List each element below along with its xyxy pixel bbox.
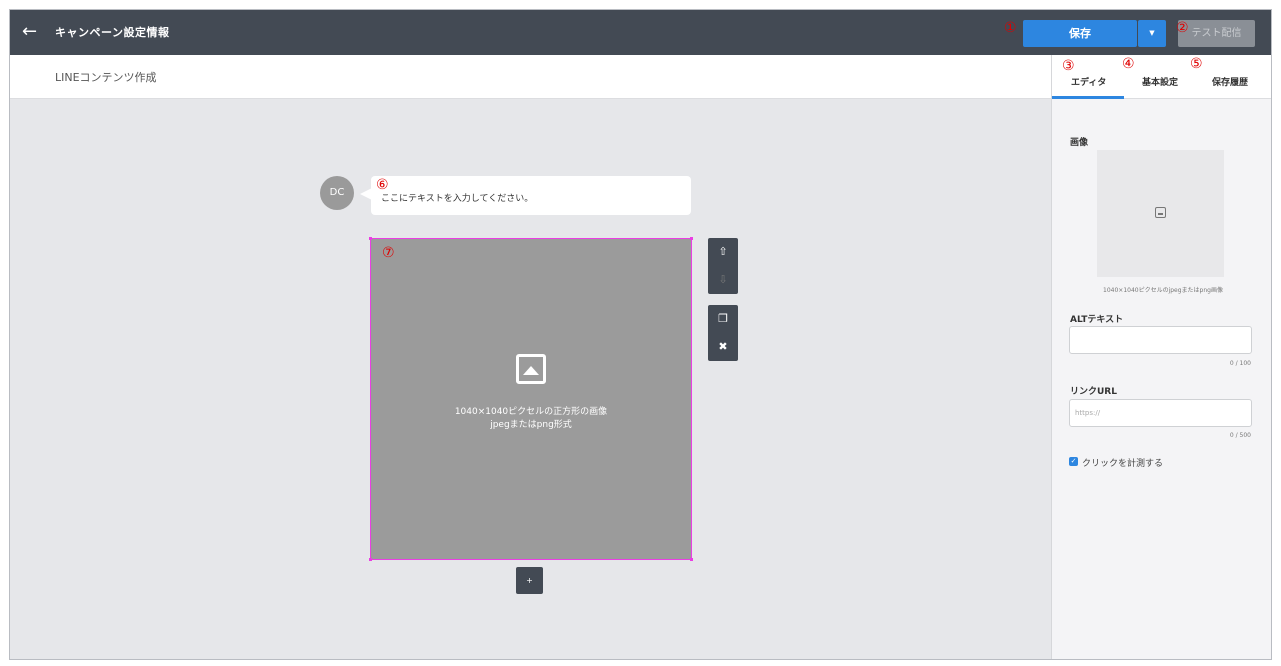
marker-3: ③: [1062, 58, 1075, 74]
tab-basic-settings[interactable]: 基本設定: [1142, 75, 1178, 88]
resize-handle[interactable]: [690, 237, 693, 240]
page-title: キャンペーン設定情報: [55, 26, 170, 39]
top-bar: ← キャンペーン設定情報 保存 ▼ テスト配信: [10, 10, 1271, 55]
move-down-icon[interactable]: ⇩: [708, 266, 738, 294]
image-requirements-text: 1040×1040ピクセルの正方形の画像 jpegまたはpng形式: [371, 406, 691, 432]
test-send-button[interactable]: テスト配信: [1178, 20, 1255, 47]
back-arrow-icon[interactable]: ←: [22, 22, 42, 42]
marker-1: ①: [1004, 20, 1017, 36]
move-tools: ⇧ ⇩: [708, 238, 738, 294]
marker-7: ⑦: [382, 245, 395, 261]
resize-handle[interactable]: [369, 558, 372, 561]
add-block-button[interactable]: +: [516, 567, 543, 594]
click-measure-label: クリックを計測する: [1082, 459, 1164, 469]
link-url-label: リンクURL: [1070, 387, 1117, 397]
marker-5: ⑤: [1190, 56, 1203, 72]
avatar: DC: [320, 176, 354, 210]
resize-handle[interactable]: [369, 237, 372, 240]
image-requirements-line1: 1040×1040ピクセルの正方形の画像: [454, 407, 608, 417]
tab-editor[interactable]: エディタ: [1071, 75, 1106, 88]
text-message-bubble[interactable]: ここにテキストを入力してください。: [371, 176, 691, 215]
save-options-dropdown[interactable]: ▼: [1138, 20, 1166, 47]
image-upload-area[interactable]: [1097, 150, 1224, 277]
block-tools: ❐ ✖: [708, 305, 738, 361]
panel-tabs: エディタ 基本設定 保存履歴: [1052, 55, 1271, 99]
marker-2: ②: [1176, 20, 1189, 36]
image-placeholder-icon: [516, 354, 546, 384]
link-url-input[interactable]: https://: [1069, 399, 1252, 427]
image-block[interactable]: 1040×1040ピクセルの正方形の画像 jpegまたはpng形式: [369, 237, 693, 561]
bubble-text: ここにテキストを入力してください。: [381, 194, 534, 204]
right-panel: エディタ 基本設定 保存履歴 画像 1040×1040ピクセルのjpegまたはp…: [1051, 55, 1271, 659]
move-up-icon[interactable]: ⇧: [708, 238, 738, 266]
image-requirements-line2: jpegまたはpng形式: [490, 420, 572, 430]
resize-handle[interactable]: [690, 558, 693, 561]
active-tab-indicator: [1052, 96, 1124, 99]
alt-text-input[interactable]: [1069, 326, 1252, 354]
tab-save-history[interactable]: 保存履歴: [1212, 75, 1248, 88]
app-frame: ← キャンペーン設定情報 保存 ▼ テスト配信 LINEコンテンツ作成 DC こ…: [9, 9, 1272, 660]
trash-icon[interactable]: ✖: [708, 333, 738, 361]
sub-header: LINEコンテンツ作成: [10, 55, 1051, 99]
copy-icon[interactable]: ❐: [708, 305, 738, 333]
content-title: LINEコンテンツ作成: [55, 71, 157, 84]
image-label: 画像: [1070, 138, 1089, 148]
link-url-count: 0 / 500: [1229, 432, 1251, 439]
marker-4: ④: [1122, 56, 1135, 72]
alt-text-count: 0 / 100: [1229, 360, 1251, 367]
image-icon: [1155, 207, 1166, 218]
marker-6: ⑥: [376, 177, 389, 193]
image-note: 1040×1040ピクセルのjpegまたはpng画像: [1103, 287, 1223, 294]
alt-text-label: ALTテキスト: [1070, 315, 1124, 325]
save-button[interactable]: 保存: [1023, 20, 1137, 47]
click-measure-checkbox[interactable]: ✓: [1069, 457, 1078, 466]
